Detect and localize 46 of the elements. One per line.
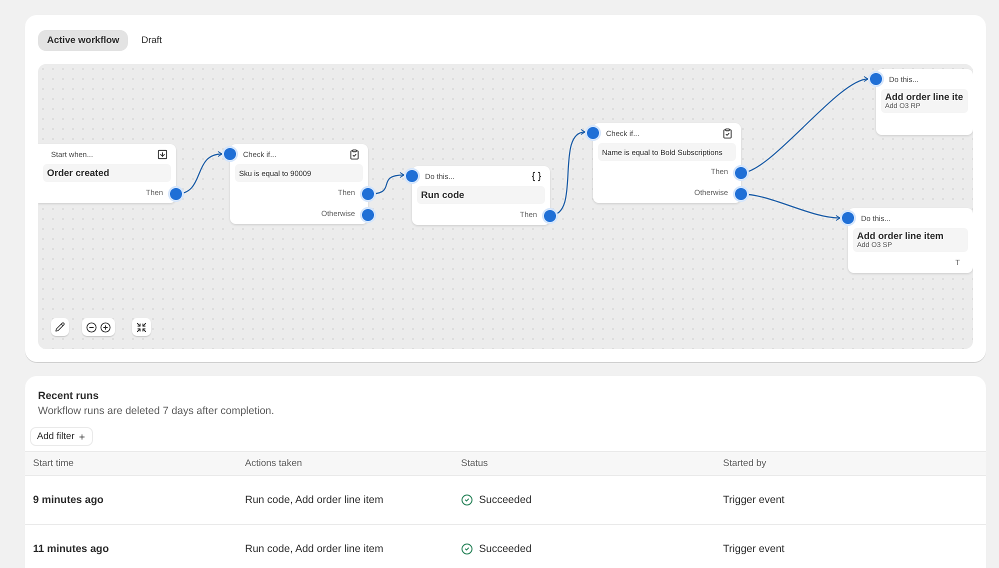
shrink-icon xyxy=(136,322,147,332)
zoom-controls[interactable] xyxy=(82,318,115,336)
node-title: Add order line ite xyxy=(885,92,964,103)
node-title: Order created xyxy=(47,168,110,178)
workflow-tab[interactable]: Draft xyxy=(132,30,171,51)
column-header: Status xyxy=(461,458,489,469)
pencil-icon xyxy=(55,322,65,332)
connection-dot[interactable] xyxy=(842,212,854,224)
download-icon xyxy=(157,148,168,160)
column-header: Started by xyxy=(723,458,768,469)
status-text: Succeeded xyxy=(479,543,532,555)
connection-dot[interactable] xyxy=(170,188,182,200)
add-filter-button[interactable]: Add filter xyxy=(30,427,92,446)
check-circle-icon xyxy=(461,543,473,555)
code-braces-icon xyxy=(531,170,542,182)
section-description: Workflow runs are deleted 7 days after completion. xyxy=(38,405,276,417)
zoom-out-icon[interactable] xyxy=(86,322,97,332)
node-title: Add order line item xyxy=(857,231,945,242)
plus-icon xyxy=(78,432,86,440)
edit-button[interactable] xyxy=(51,318,69,336)
check-circle-icon xyxy=(461,494,473,506)
workflow-tab[interactable]: Active workflow xyxy=(38,30,128,51)
connection-dot[interactable] xyxy=(735,167,747,179)
connection-dot[interactable] xyxy=(224,148,236,160)
connection-dot[interactable] xyxy=(362,209,374,221)
table-cell-text: Run code, Add order line item xyxy=(245,543,384,555)
table-cell-text: 9 minutes ago xyxy=(33,494,105,506)
table-cell-text: Run code, Add order line item xyxy=(245,494,384,506)
connection-dot[interactable] xyxy=(587,127,599,139)
connection-dot[interactable] xyxy=(870,73,882,85)
table-cell-text: Trigger event xyxy=(723,543,786,555)
node-title: Run code xyxy=(421,190,466,200)
status-text: Succeeded xyxy=(479,494,532,506)
section-title: Recent runs xyxy=(38,390,100,402)
connection-dot[interactable] xyxy=(735,188,747,200)
connection-dot[interactable] xyxy=(406,170,418,182)
zoom-in-icon[interactable] xyxy=(100,322,111,332)
table-cell-text: Trigger event xyxy=(723,494,786,506)
connection-dot[interactable] xyxy=(362,188,374,200)
clipboard-check-icon xyxy=(722,128,733,138)
column-header: Actions taken xyxy=(245,458,304,469)
connection-dot[interactable] xyxy=(544,210,556,222)
table-cell-text: 11 minutes ago xyxy=(33,543,110,555)
column-header: Start time xyxy=(33,458,75,469)
clipboard-check-icon xyxy=(349,148,360,160)
fit-view-button[interactable] xyxy=(132,318,151,336)
